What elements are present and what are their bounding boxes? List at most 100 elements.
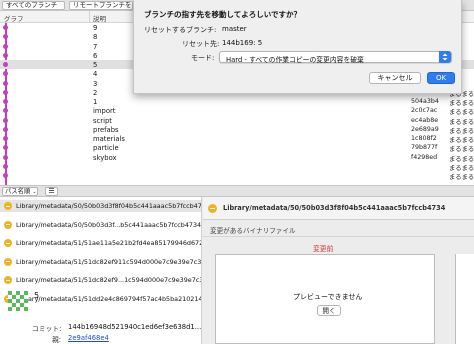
commit-hash-cell: f4298ed	[411, 153, 438, 161]
updown-arrows-icon	[439, 51, 451, 63]
commit-description: 7	[93, 42, 98, 51]
commit-node-dot	[3, 34, 8, 40]
commit-hash-cell: 79b877f	[411, 144, 438, 152]
cancel-button[interactable]: キャンセル	[369, 72, 421, 84]
commit-row[interactable]: prefabs 2e689a9 まるまる	[0, 125, 474, 135]
file-list-item[interactable]: Library/metadata/51/51dc82ef9...1c594d00…	[0, 274, 201, 286]
commit-description: 6	[93, 51, 98, 60]
file-list-item[interactable]: Library/metadata/50/50b03d3f8f04b5c441aa…	[0, 200, 202, 212]
after-preview-box	[455, 254, 474, 344]
file-list-item[interactable]: Library/metadata/51/51ae11a5e21b2fd4ea85…	[0, 237, 202, 249]
file-name: Library/metadata/50/50b03d3f8f04b5c441aa…	[16, 202, 202, 210]
commit-row[interactable]: まるまる	[0, 162, 474, 172]
dialog-title: ブランチの指す先を移動してよろしいですか？	[144, 10, 302, 19]
divider	[203, 236, 474, 237]
before-label: 変更前	[313, 245, 334, 253]
commit-node-dot	[3, 145, 8, 151]
branch-value: master	[222, 25, 247, 33]
commit-description: 8	[93, 33, 98, 42]
binary-file-label: 変更があるバイナリファイル	[210, 227, 296, 235]
sort-by-path-select[interactable]: パス名順 ⌄	[2, 187, 38, 196]
commit-node-dot	[3, 80, 8, 86]
file-name: Library/metadata/51/51dd2e4c869794f57ac4…	[16, 294, 202, 303]
commit-hash-cell: 2c0c7ac	[411, 107, 438, 115]
show-remote-branches-checkbox[interactable]: リモートブランチを表示	[69, 1, 133, 10]
chevron-down-icon: ⌄	[32, 189, 37, 195]
commit-description: 9	[93, 24, 98, 32]
list-view-button[interactable]: ☰	[45, 187, 58, 196]
commit-description: 1	[93, 98, 98, 106]
file-name: Library/metadata/51/51dc82ef911c594d000e…	[16, 257, 202, 266]
list-icon: ☰	[48, 187, 55, 195]
commit-message: 5	[34, 291, 40, 300]
modified-file-icon	[4, 202, 12, 210]
commit-node-dot	[3, 99, 8, 104]
commit-hash-cell: 1c808f2	[411, 135, 437, 142]
commit-description: prefabs	[93, 125, 119, 134]
commit-row[interactable]: skybox f4298ed まるまる	[0, 153, 474, 163]
modified-file-icon	[208, 204, 217, 213]
file-name: Library/metadata/51/51ae11a5e21b2fd4ea85…	[16, 239, 202, 247]
file-name: Library/metadata/50/50b03d3f...b5c441aaa…	[16, 220, 202, 229]
diff-pane: Library/metadata/50/50b03d3f8f04b5c441aa…	[203, 197, 474, 344]
commit-description: skybox	[93, 153, 117, 162]
commit-node-dot	[3, 117, 8, 123]
commit-description: script	[93, 116, 112, 125]
commit-node-dot	[3, 62, 8, 67]
file-list-item[interactable]: Library/metadata/51/51dc82ef911c594d000e…	[0, 256, 202, 268]
commit-hash-cell: 2e689a9	[411, 125, 439, 133]
commit-hash-cell: 504a3b4	[411, 98, 439, 105]
preview-unavailable-text: プレビューできません	[293, 293, 363, 301]
parent-hash-link[interactable]: 2e9af468e4	[68, 334, 109, 342]
commit-node-dot	[3, 25, 8, 30]
changed-files-pane: Library/metadata/50/50b03d3f8f04b5c441aa…	[0, 197, 202, 344]
column-divider[interactable]	[89, 11, 90, 23]
commit-node-dot	[3, 108, 8, 114]
parent-label: 親:	[52, 336, 62, 344]
commit-row[interactable]: まるまる	[0, 171, 474, 181]
commit-label: コミット:	[32, 325, 62, 333]
commit-node-dot	[3, 71, 8, 77]
diff-header: Library/metadata/50/50b03d3f8f04b5c441aa…	[203, 197, 474, 220]
ok-button[interactable]: OK	[427, 72, 455, 84]
commit-description: materials	[93, 135, 125, 143]
commit-description: import	[93, 107, 116, 116]
commit-row[interactable]: 1 504a3b4 まるまる	[0, 97, 474, 107]
branch-label: リセットするブランチ:	[144, 26, 217, 34]
commit-row[interactable]: import 2c0c7ac まるまる	[0, 106, 474, 116]
column-header-graph[interactable]: グラフ	[4, 13, 24, 23]
mode-select[interactable]: Hard - すべての作業コピーの変更内容を破棄	[219, 51, 452, 64]
all-branches-select[interactable]: すべてのブランチ	[2, 1, 65, 10]
author-avatar	[8, 291, 28, 311]
diff-file-path: Library/metadata/50/50b03d3f8f04b5c441aa…	[223, 204, 446, 212]
commit-node-dot	[3, 126, 8, 132]
modified-file-icon	[4, 220, 12, 229]
commit-row[interactable]: particle 79b877f まるまる	[0, 143, 474, 153]
commit-description: particle	[93, 144, 119, 153]
commit-node-dot	[3, 52, 8, 58]
commit-row[interactable]: script ec4ab8e まるまる	[0, 116, 474, 126]
file-list-item[interactable]: Library/metadata/51/51dd2e4c869794f57ac4…	[0, 293, 202, 305]
commit-node-dot	[3, 173, 8, 178]
file-list-item[interactable]: Library/metadata/50/50b03d3f...b5c441aaa…	[0, 219, 202, 231]
file-toolbar: パス名順 ⌄ ☰	[0, 185, 474, 197]
commit-node-dot	[3, 43, 8, 49]
commit-row[interactable]: materials 1c808f2 まるまる	[0, 134, 474, 144]
commit-description: 4	[93, 70, 98, 79]
sort-select-label: パス名順	[5, 188, 31, 195]
modified-file-icon	[4, 239, 12, 247]
column-header-description[interactable]: 説明	[93, 13, 106, 23]
commit-node-dot	[3, 89, 8, 95]
commit-hash-cell: ec4ab8e	[411, 116, 439, 124]
commit-node-dot	[3, 163, 8, 169]
modified-file-icon	[4, 276, 12, 284]
target-label: リセット先:	[182, 40, 220, 48]
target-value: 144b169: 5	[222, 39, 263, 47]
commit-hash: 144b16948d521940c1ed6ef3e638d1...	[68, 323, 202, 331]
mode-value: Hard - すべての作業コピーの変更内容を破棄	[226, 56, 364, 64]
commit-description: 5	[93, 61, 98, 69]
reset-branch-dialog: ブランチの指す先を移動してよろしいですか？ リセットするブランチ: master…	[133, 0, 462, 94]
open-button[interactable]: 開く	[317, 305, 341, 316]
modified-file-icon	[4, 257, 12, 266]
commit-description: 3	[93, 79, 98, 88]
